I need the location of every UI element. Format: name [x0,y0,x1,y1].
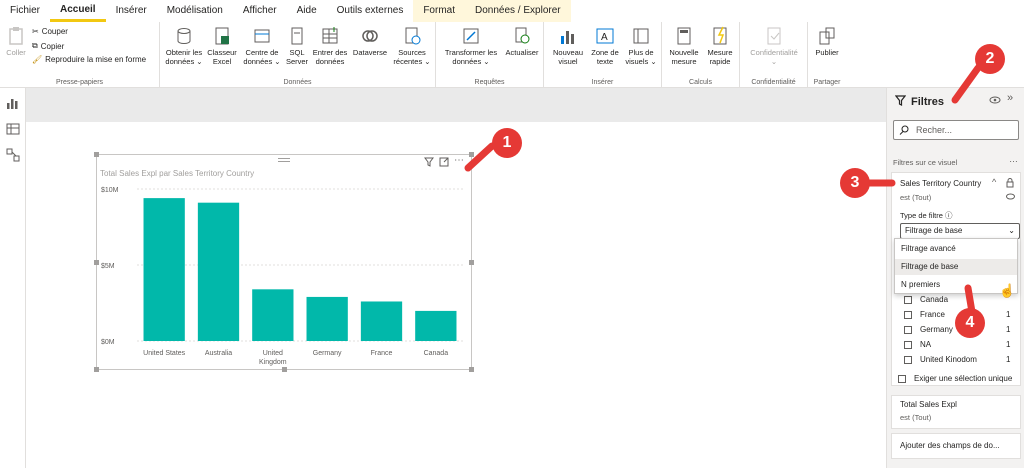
arrow-1 [464,142,496,172]
callout-badge-2: 2 [975,44,1005,74]
callout-badge-3: 3 [840,168,870,198]
callout-badge-4: 4 [955,308,985,338]
arrow-2 [951,64,982,104]
callout-badge-1: 1 [492,128,522,158]
annotation-arrows [464,64,982,316]
